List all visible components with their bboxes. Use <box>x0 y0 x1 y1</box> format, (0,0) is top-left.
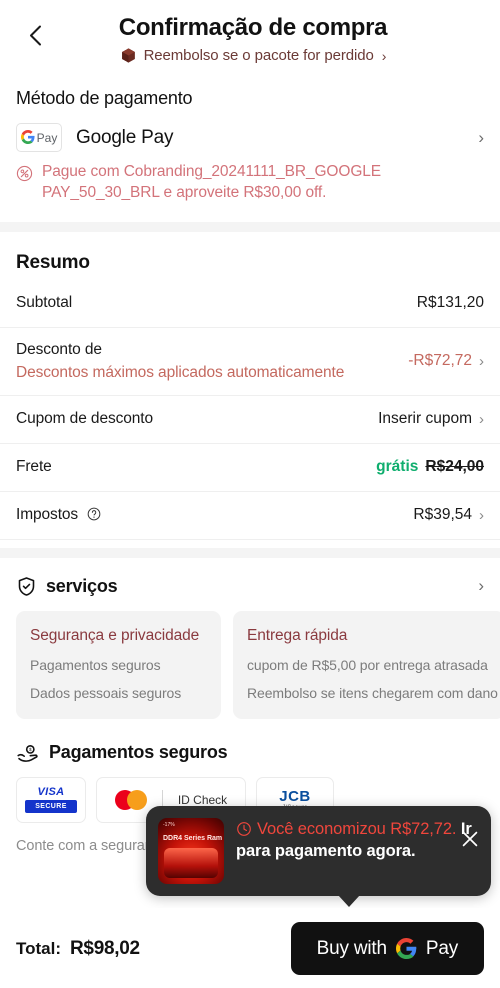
service-card-line: cupom de R$5,00 por entrega atrasada <box>247 656 488 673</box>
clock-icon <box>237 822 251 836</box>
shipping-original-price: R$24,00 <box>425 458 484 476</box>
shipping-free-badge: grátis <box>376 458 419 476</box>
back-button[interactable] <box>22 22 48 48</box>
summary-row-taxes[interactable]: Impostos R$39,54 › <box>0 492 500 540</box>
summary-row-coupon[interactable]: Cupom de desconto Inserir cupom › <box>0 396 500 444</box>
summary-row-shipping: Frete grátis R$24,00 <box>0 444 500 492</box>
summary-row-discount[interactable]: Desconto de Descontos máximos aplicados … <box>0 328 500 396</box>
google-pay-label: Pay <box>36 130 58 145</box>
savings-toast[interactable]: -17% DDR4 Series Ram Você economizou R$7… <box>146 806 491 907</box>
mastercard-icon <box>114 789 147 810</box>
summary-label: Impostos <box>16 506 101 524</box>
visa-secure-logo: VISA SECURE <box>16 776 86 823</box>
total-group: Total: R$98,02 <box>16 938 140 960</box>
thumbnail-discount-badge: -17% <box>163 822 175 828</box>
toast-saved-label: Você economizou <box>257 820 386 838</box>
question-circle-icon[interactable] <box>87 507 101 521</box>
summary-sublabel: Descontos máximos aplicados automaticame… <box>16 363 345 381</box>
checkout-footer: Total: R$98,02 Buy with Pay <box>0 908 500 988</box>
refund-banner-text: Reembolso se o pacote for perdido <box>143 47 374 64</box>
secure-payments-title: Pagamentos seguros <box>49 742 228 763</box>
payment-method-row[interactable]: Pay Google Pay › <box>0 119 500 152</box>
total-label: Total: <box>16 938 62 958</box>
services-header[interactable]: serviços › <box>0 558 500 597</box>
service-card[interactable]: Entrega rápida cupom de R$5,00 por entre… <box>233 610 500 719</box>
services-title: serviços <box>46 575 118 596</box>
buy-with-google-pay-button[interactable]: Buy with Pay <box>290 922 484 975</box>
google-pay-icon: Pay <box>16 123 62 152</box>
summary-value-group: -R$72,72 › <box>408 352 484 370</box>
summary-label-text: Impostos <box>16 506 79 524</box>
section-divider <box>0 547 500 558</box>
thumbnail-product-name: DDR4 Series Ram <box>163 835 223 842</box>
percent-circle-icon <box>16 165 33 182</box>
summary-value-group: Inserir cupom › <box>378 410 484 428</box>
service-card-line: Pagamentos seguros <box>30 656 161 673</box>
idcheck-label: ID Check <box>177 792 228 807</box>
services-card-list: Segurança e privacidade Pagamentos segur… <box>0 597 500 719</box>
chevron-right-icon: › <box>381 47 387 64</box>
chevron-right-icon: › <box>479 410 484 428</box>
toast-saved-amount: R$72,72. <box>390 820 457 838</box>
jcb-logo-text: JCB <box>279 788 311 806</box>
chevron-right-icon: › <box>479 506 484 524</box>
google-g-icon <box>395 938 417 959</box>
summary-label: Subtotal <box>16 294 73 312</box>
promo-message[interactable]: Pague com Cobranding_20241111_BR_GOOGLE … <box>0 152 500 204</box>
total-value: R$98,02 <box>70 937 140 959</box>
summary-value-group: R$39,54 › <box>413 506 484 524</box>
service-card-line: Reembolso se itens chegarem com dano <box>247 684 498 701</box>
google-g-glyph <box>20 129 35 146</box>
page-header: Confirmação de compra Reembolso se o pac… <box>0 0 500 70</box>
section-divider <box>0 221 500 232</box>
chevron-right-icon: › <box>479 352 484 370</box>
hand-coin-icon: $ <box>17 744 38 762</box>
thumbnail-image-glow <box>164 848 218 878</box>
summary-row-subtotal: Subtotal R$131,20 <box>0 280 500 328</box>
summary-value: R$131,20 <box>416 294 484 312</box>
visa-secure-badge: SECURE <box>25 800 77 814</box>
svg-text:$: $ <box>29 747 32 752</box>
checkout-page: Confirmação de compra Reembolso se o pac… <box>0 0 500 988</box>
refund-banner[interactable]: Reembolso se o pacote for perdido › <box>0 47 500 64</box>
payment-method-name: Google Pay <box>76 126 174 148</box>
visa-logo-text: VISA <box>37 786 65 799</box>
summary-label: Cupom de desconto <box>16 410 154 428</box>
summary-heading: Resumo <box>16 251 90 273</box>
payment-method-heading: Método de pagamento <box>16 88 193 108</box>
summary-label: Frete <box>16 458 52 476</box>
secure-payments-header: $ Pagamentos seguros <box>0 719 500 765</box>
page-title: Confirmação de compra <box>118 14 388 41</box>
service-card-title: Segurança e privacidade <box>30 626 200 644</box>
close-icon[interactable] <box>459 828 481 850</box>
promo-text: Pague com Cobranding_20241111_BR_GOOGLE … <box>42 163 382 201</box>
pay-word-label: Pay <box>425 937 458 959</box>
chevron-left-icon <box>29 25 41 45</box>
product-thumbnail: -17% DDR4 Series Ram <box>158 818 224 884</box>
summary-label: Desconto de <box>16 340 102 358</box>
summary-value-group: grátis R$24,00 <box>376 458 484 476</box>
shield-check-icon <box>18 577 35 596</box>
service-card-title: Entrega rápida <box>247 626 348 644</box>
summary-value: Inserir cupom <box>378 410 472 428</box>
package-box-icon <box>121 48 135 63</box>
chevron-right-icon: › <box>478 127 484 147</box>
buy-button-label: Buy with <box>316 937 387 959</box>
toast-body: Você economizou R$72,72. Ir para pagamen… <box>236 818 479 863</box>
service-card[interactable]: Segurança e privacidade Pagamentos segur… <box>16 610 221 719</box>
toast-message: Você economizou R$72,72. Ir para pagamen… <box>236 819 479 863</box>
service-card-line: Dados pessoais seguros <box>30 684 182 701</box>
summary-value: -R$72,72 <box>408 352 472 370</box>
summary-value: R$39,54 <box>413 506 472 524</box>
chevron-right-icon: › <box>478 576 484 596</box>
